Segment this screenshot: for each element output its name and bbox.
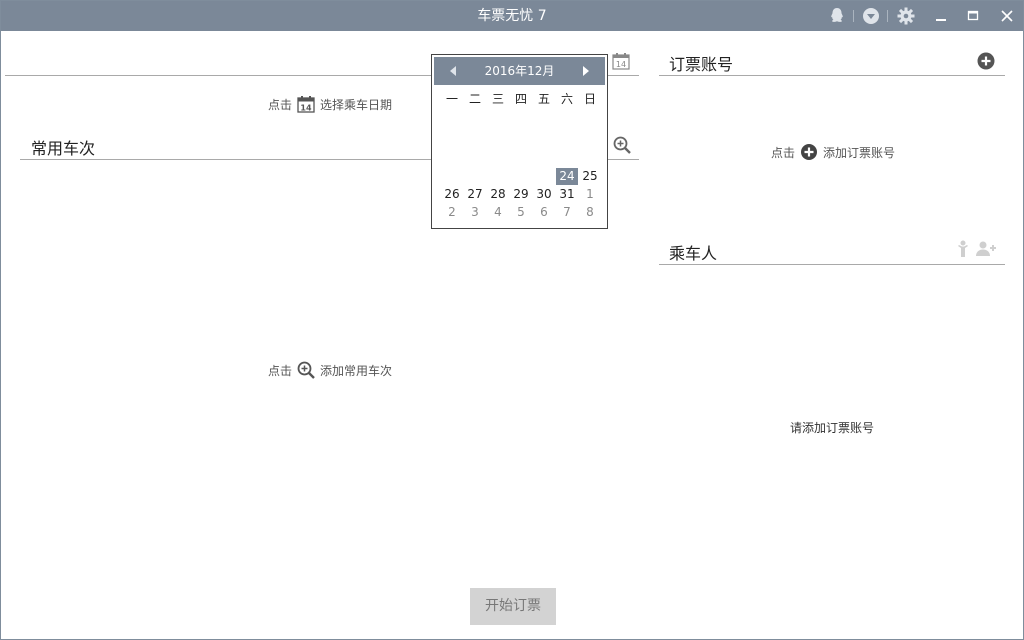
select-date-link[interactable]: 选择乘车日期 [320, 96, 392, 113]
calendar-day[interactable]: 29 [510, 186, 532, 203]
select-date-hint: 点击 14 选择乘车日期 [268, 94, 392, 114]
calendar-day-next-month[interactable]: 2 [441, 204, 463, 221]
title-bar: 车票无忧 7 [1, 1, 1023, 31]
weekday-label: 五 [537, 92, 550, 106]
weekday-label: 二 [468, 92, 481, 106]
date-picker-popup: 2016年12月 一 二 三 四 五 六 日 24 25 26 27 28 29… [431, 54, 608, 229]
weekday-label: 日 [583, 92, 596, 106]
calendar-day-next-month[interactable]: 6 [533, 204, 555, 221]
minimize-icon[interactable] [931, 6, 951, 26]
add-passenger-icon[interactable] [975, 239, 997, 263]
qq-icon[interactable] [827, 6, 847, 26]
calendar-day[interactable]: 30 [533, 186, 555, 203]
maximize-icon[interactable] [963, 6, 983, 26]
dropdown-icon[interactable] [861, 6, 881, 26]
title-separator [887, 10, 888, 22]
search-plus-icon[interactable] [296, 360, 316, 380]
calendar-day[interactable]: 25 [579, 168, 601, 185]
settings-icon[interactable] [896, 6, 916, 26]
app-window: 车票无忧 7 14 点击 14 选择乘车日期 常用车次 点击 添加常用车次 20… [0, 0, 1024, 640]
calendar-day-next-month[interactable]: 1 [579, 186, 601, 203]
child-passenger-icon[interactable] [953, 239, 973, 263]
add-train-hint: 点击 添加常用车次 [268, 360, 392, 380]
search-train-icon[interactable] [612, 135, 632, 159]
next-month-icon[interactable] [583, 66, 589, 76]
passengers-divider [659, 264, 1005, 265]
svg-text:14: 14 [300, 104, 312, 113]
title-separator [853, 10, 854, 22]
accounts-divider [659, 75, 1005, 76]
calendar-day-next-month[interactable]: 3 [464, 204, 486, 221]
weekday-label: 一 [445, 92, 458, 106]
calendar-day-next-month[interactable]: 4 [487, 204, 509, 221]
hint-prefix: 点击 [268, 363, 293, 378]
calendar-day[interactable]: 28 [487, 186, 509, 203]
add-train-link[interactable]: 添加常用车次 [320, 362, 392, 379]
accounts-title: 订票账号 [669, 55, 734, 74]
passengers-empty-message: 请添加订票账号 [790, 421, 875, 435]
weekday-label: 三 [491, 92, 504, 106]
calendar-day-next-month[interactable]: 5 [510, 204, 532, 221]
weekday-label: 四 [514, 92, 527, 106]
frequent-trains-title: 常用车次 [31, 139, 96, 158]
hint-prefix: 点击 [268, 97, 293, 112]
calendar-day-selected[interactable]: 24 [556, 168, 578, 185]
add-account-icon[interactable] [976, 51, 996, 75]
weekday-label: 六 [560, 92, 573, 106]
add-account-hint: 点击 添加订票账号 [771, 142, 895, 162]
add-account-link[interactable]: 添加订票账号 [823, 144, 895, 161]
calendar-day-next-month[interactable]: 7 [556, 204, 578, 221]
calendar-month-label: 2016年12月 [484, 64, 555, 78]
hint-prefix: 点击 [771, 145, 796, 160]
calendar-icon[interactable]: 14 [296, 94, 316, 114]
plus-circle-icon[interactable] [799, 142, 819, 162]
calendar-day[interactable]: 26 [441, 186, 463, 203]
start-booking-button[interactable]: 开始订票 [470, 588, 556, 625]
svg-text:14: 14 [616, 60, 626, 69]
calendar-header: 2016年12月 [434, 57, 605, 85]
calendar-icon[interactable]: 14 [611, 51, 631, 75]
calendar-day[interactable]: 31 [556, 186, 578, 203]
calendar-day-next-month[interactable]: 8 [579, 204, 601, 221]
passengers-title: 乘车人 [669, 244, 718, 263]
calendar-day[interactable]: 27 [464, 186, 486, 203]
close-icon[interactable] [997, 6, 1017, 26]
